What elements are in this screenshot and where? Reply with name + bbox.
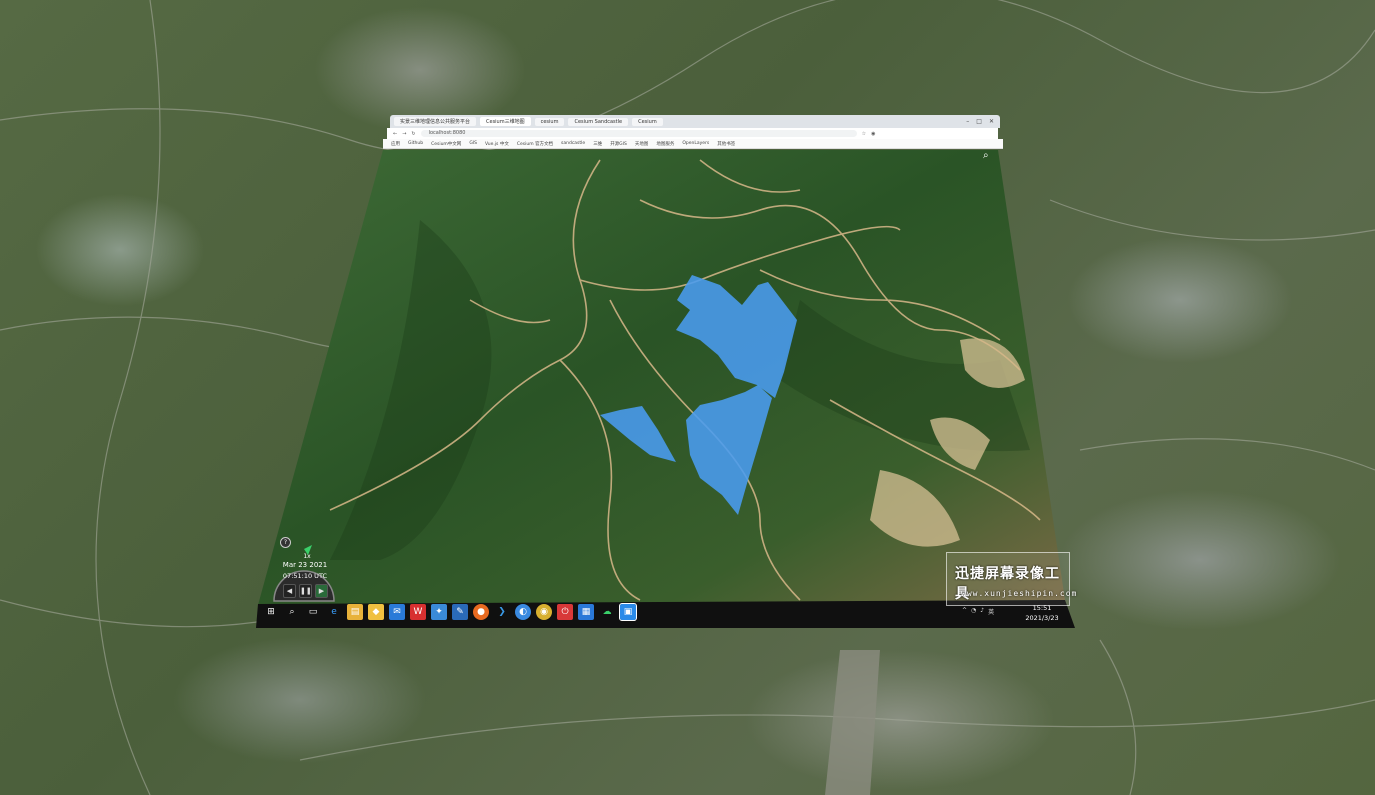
close-icon[interactable]: ✕: [989, 118, 994, 125]
browser-tab[interactable]: cesium: [534, 117, 565, 126]
firefox-icon[interactable]: ●: [473, 604, 489, 620]
wps-icon[interactable]: W: [410, 604, 426, 620]
bookmark-item[interactable]: 天地图: [635, 141, 649, 147]
back-icon[interactable]: ←: [393, 131, 397, 137]
browser-tab-active[interactable]: Cesium三维地图: [480, 117, 531, 126]
extension-icon[interactable]: ☆: [862, 131, 866, 137]
window-controls: – □ ✕: [966, 118, 1000, 125]
windows-start-icon[interactable]: ⊞: [263, 604, 279, 620]
app-icon[interactable]: ▣: [619, 603, 637, 621]
browser-tab[interactable]: 实景三维地理信息公共服务平台: [394, 117, 476, 126]
bookmarks-bar: 应用 Github Cesium中文网 GIS Vue.js 中文 Cesium…: [383, 139, 1003, 149]
url-input[interactable]: localhost:8080: [420, 130, 857, 137]
clock-date: Mar 23 2021: [282, 561, 328, 569]
chevron-up-icon[interactable]: ^: [962, 607, 967, 616]
app-icon[interactable]: ◐: [515, 604, 531, 620]
app-icon[interactable]: ▦: [578, 604, 594, 620]
chrome-icon[interactable]: ◉: [536, 604, 552, 620]
bookmark-item[interactable]: GIS: [469, 141, 477, 146]
reload-icon[interactable]: ↻: [411, 131, 415, 137]
app-icon[interactable]: ⏻: [557, 604, 573, 620]
minimize-icon[interactable]: –: [966, 118, 969, 125]
watermark: 迅捷屏幕录像工具 www.xunjieshipin.com: [946, 552, 1076, 606]
maximize-icon[interactable]: □: [976, 118, 982, 125]
folder-icon[interactable]: ▤: [347, 604, 363, 620]
search-icon[interactable]: ⌕: [983, 150, 995, 162]
browser-tab[interactable]: Cesium: [632, 117, 663, 126]
tilted-screen-plane: 实景三维地理信息公共服务平台 Cesium三维地图 cesium Cesium …: [0, 0, 1375, 795]
taskbar-clock[interactable]: 15:51 2021/3/23: [1020, 603, 1064, 623]
browser-address-bar: ← → ↻ localhost:8080 ☆ ◉: [387, 128, 998, 139]
browser-tab[interactable]: Cesium Sandcastle: [568, 117, 629, 126]
clock-buttons: ◀ ❚❚ ▶: [283, 584, 328, 598]
clock-speed: 1x: [303, 553, 311, 560]
bookmark-item[interactable]: Github: [408, 141, 423, 146]
app-icon[interactable]: ✦: [431, 604, 447, 620]
task-view-icon[interactable]: ▭: [305, 604, 321, 620]
pause-icon[interactable]: ❚❚: [299, 584, 312, 598]
bookmark-item[interactable]: 开源GIS: [610, 141, 627, 147]
mail-icon[interactable]: ✉: [389, 604, 405, 620]
vscode-icon[interactable]: ❯: [494, 604, 510, 620]
edge-icon[interactable]: e: [326, 604, 342, 620]
bookmark-item[interactable]: OpenLayers: [682, 141, 709, 146]
volume-icon[interactable]: ♪: [980, 607, 984, 616]
profile-icon[interactable]: ◉: [871, 131, 875, 137]
search-taskbar-icon[interactable]: ⌕: [284, 604, 300, 620]
bookmark-item[interactable]: 地图服务: [656, 141, 674, 147]
play-reverse-icon[interactable]: ◀: [283, 584, 296, 598]
taskbar-icons: ⊞ ⌕ ▭ e ▤ ◆ ✉ W ✦ ✎ ● ❯ ◐ ◉ ⏻ ▦ ☁ ▣: [263, 603, 637, 621]
help-icon[interactable]: ?: [280, 537, 291, 548]
play-icon[interactable]: ▶: [315, 584, 328, 598]
forward-icon[interactable]: →: [402, 131, 406, 137]
bookmark-item[interactable]: 应用: [391, 141, 400, 147]
taskbar-date: 2021/3/23: [1025, 614, 1059, 622]
store-icon[interactable]: ◆: [368, 604, 384, 620]
clock-time: 07:51:10 UTC: [282, 572, 328, 580]
system-tray: ^ ◔ ♪ 英: [962, 607, 994, 616]
bookmark-item[interactable]: 其他书签: [717, 141, 735, 147]
bookmark-item[interactable]: sandcastle: [561, 141, 585, 146]
browser-tab-strip: 实景三维地理信息公共服务平台 Cesium三维地图 cesium Cesium …: [390, 115, 1000, 128]
bookmark-item[interactable]: Vue.js 中文: [485, 141, 509, 147]
pen-icon[interactable]: ✎: [452, 604, 468, 620]
bookmark-item[interactable]: Cesium中文网: [431, 141, 461, 147]
bookmark-item[interactable]: Cesium 官方文档: [517, 141, 553, 147]
bookmark-item[interactable]: 三维: [593, 141, 602, 147]
watermark-url: www.xunjieshipin.com: [961, 589, 1078, 598]
wechat-icon[interactable]: ☁: [599, 604, 615, 620]
ime-icon[interactable]: 英: [988, 607, 994, 616]
network-icon[interactable]: ◔: [971, 607, 976, 616]
